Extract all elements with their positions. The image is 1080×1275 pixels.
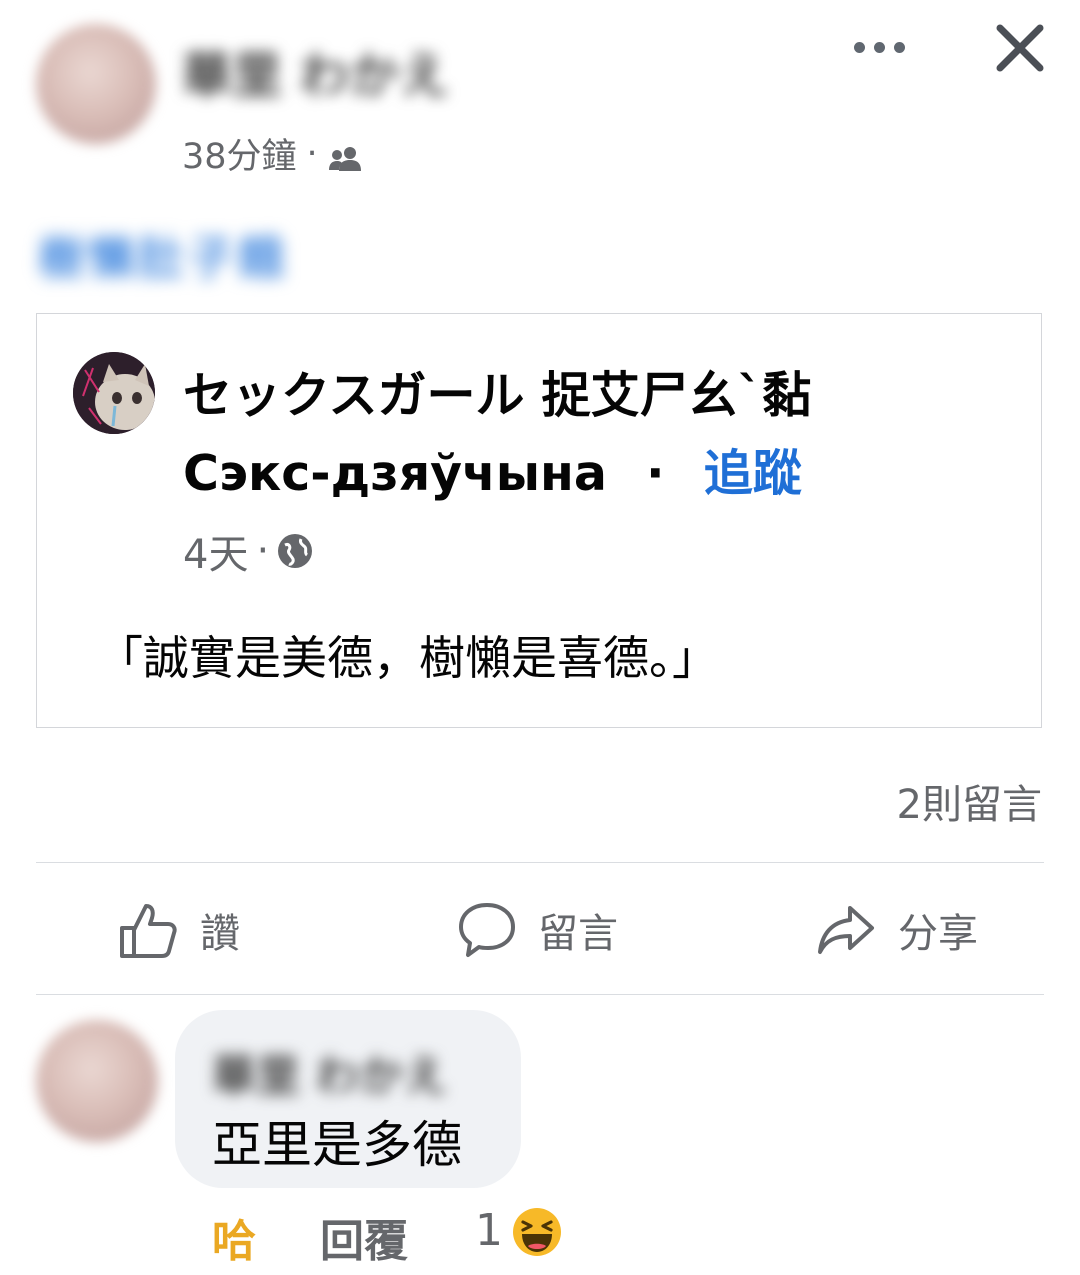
- author-avatar[interactable]: [36, 24, 156, 144]
- more-options-button[interactable]: [848, 30, 910, 64]
- shared-post-meta: 4天 ·: [183, 522, 313, 580]
- comment-count[interactable]: 2則留言: [897, 772, 1042, 830]
- comment-label: 留言: [538, 911, 618, 957]
- close-icon: [996, 24, 1044, 72]
- reaction-count[interactable]: 1: [475, 1205, 503, 1256]
- comment-icon: [459, 903, 515, 957]
- like-button[interactable]: 讚: [118, 895, 240, 965]
- shared-post-card[interactable]: セックスガール 捉艾尸幺`黏 Сэкс-дзяўчына · 追蹤 4天 · 「…: [36, 313, 1042, 728]
- share-label: 分享: [898, 911, 978, 957]
- comment-button[interactable]: 留言: [458, 895, 618, 965]
- post-meta: 38分鐘 ·: [182, 128, 364, 179]
- like-label: 讚: [200, 911, 240, 957]
- page-subtitle-row: Сэкс-дзяўчына · 追蹤: [183, 434, 802, 505]
- reply-button[interactable]: 回覆: [320, 1205, 408, 1269]
- friends-icon: [328, 141, 364, 171]
- share-button[interactable]: 分享: [816, 895, 978, 965]
- share-arrow-icon: [818, 906, 874, 954]
- more-dot: [893, 41, 905, 53]
- page-avatar[interactable]: [73, 352, 155, 434]
- commenter-name[interactable]: 華里 わかえ: [212, 1040, 447, 1104]
- follow-button[interactable]: 追蹤: [704, 445, 802, 502]
- follow-separator: ·: [646, 445, 665, 502]
- comment-text: 亞里是多德: [212, 1116, 462, 1174]
- more-dots-icon: [853, 41, 865, 53]
- meta-separator: ·: [306, 133, 318, 174]
- page-subtitle[interactable]: Сэкс-дзяўчына: [183, 445, 607, 502]
- commenter-avatar[interactable]: [36, 1020, 158, 1142]
- post-time[interactable]: 38分鐘: [182, 128, 297, 179]
- shared-post-text: 「誠實是美德，樹懶是喜德。」: [97, 631, 718, 685]
- reaction-haha-button[interactable]: 哈: [212, 1205, 256, 1269]
- divider: [36, 994, 1044, 995]
- globe-icon: [277, 533, 313, 569]
- divider: [36, 862, 1044, 863]
- author-name[interactable]: 華里 わかえ: [182, 36, 449, 108]
- shared-post-time[interactable]: 4天: [183, 522, 248, 580]
- page-name[interactable]: セックスガール 捉艾尸幺`黏: [183, 356, 811, 427]
- close-button[interactable]: [990, 18, 1050, 78]
- more-dot: [873, 41, 885, 53]
- post-caption: 樹懶肚子餓: [38, 231, 288, 285]
- meta-separator: ·: [256, 528, 270, 574]
- haha-emoji-icon[interactable]: [512, 1207, 562, 1257]
- thumbs-up-icon: [120, 904, 177, 958]
